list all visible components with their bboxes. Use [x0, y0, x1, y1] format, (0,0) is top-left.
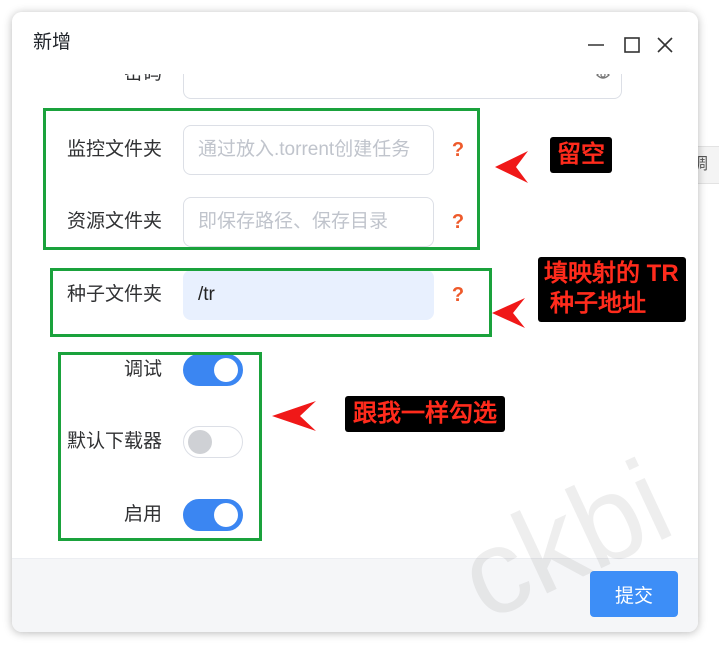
annotation-note-line: 填映射的 TR — [544, 260, 679, 287]
minimize-button[interactable] — [587, 36, 605, 54]
minimize-icon — [588, 44, 604, 46]
close-button[interactable] — [656, 36, 674, 54]
annotation-box-toggles — [58, 352, 262, 541]
submit-button[interactable]: 提交 — [590, 571, 678, 617]
annotation-box-folders — [43, 108, 480, 250]
annotation-note-torrent-path: 填映射的 TR 种子地址 — [538, 257, 686, 322]
password-input[interactable] — [183, 74, 622, 99]
dialog-footer: 提交 — [12, 558, 698, 632]
title-bar: 新增 — [12, 12, 698, 74]
annotation-note-check-like-me: 跟我一样勾选 — [345, 396, 505, 432]
annotation-note-line: 种子地址 — [550, 290, 646, 317]
maximize-button[interactable] — [623, 36, 641, 54]
close-icon — [657, 37, 673, 53]
dialog-title: 新增 — [33, 32, 72, 53]
password-label: 密码 — [12, 74, 162, 99]
annotation-note-leave-empty: 留空 — [550, 137, 612, 173]
maximize-icon — [624, 37, 640, 53]
annotation-box-torrent-folder — [50, 268, 492, 337]
eye-icon[interactable] — [596, 74, 610, 82]
